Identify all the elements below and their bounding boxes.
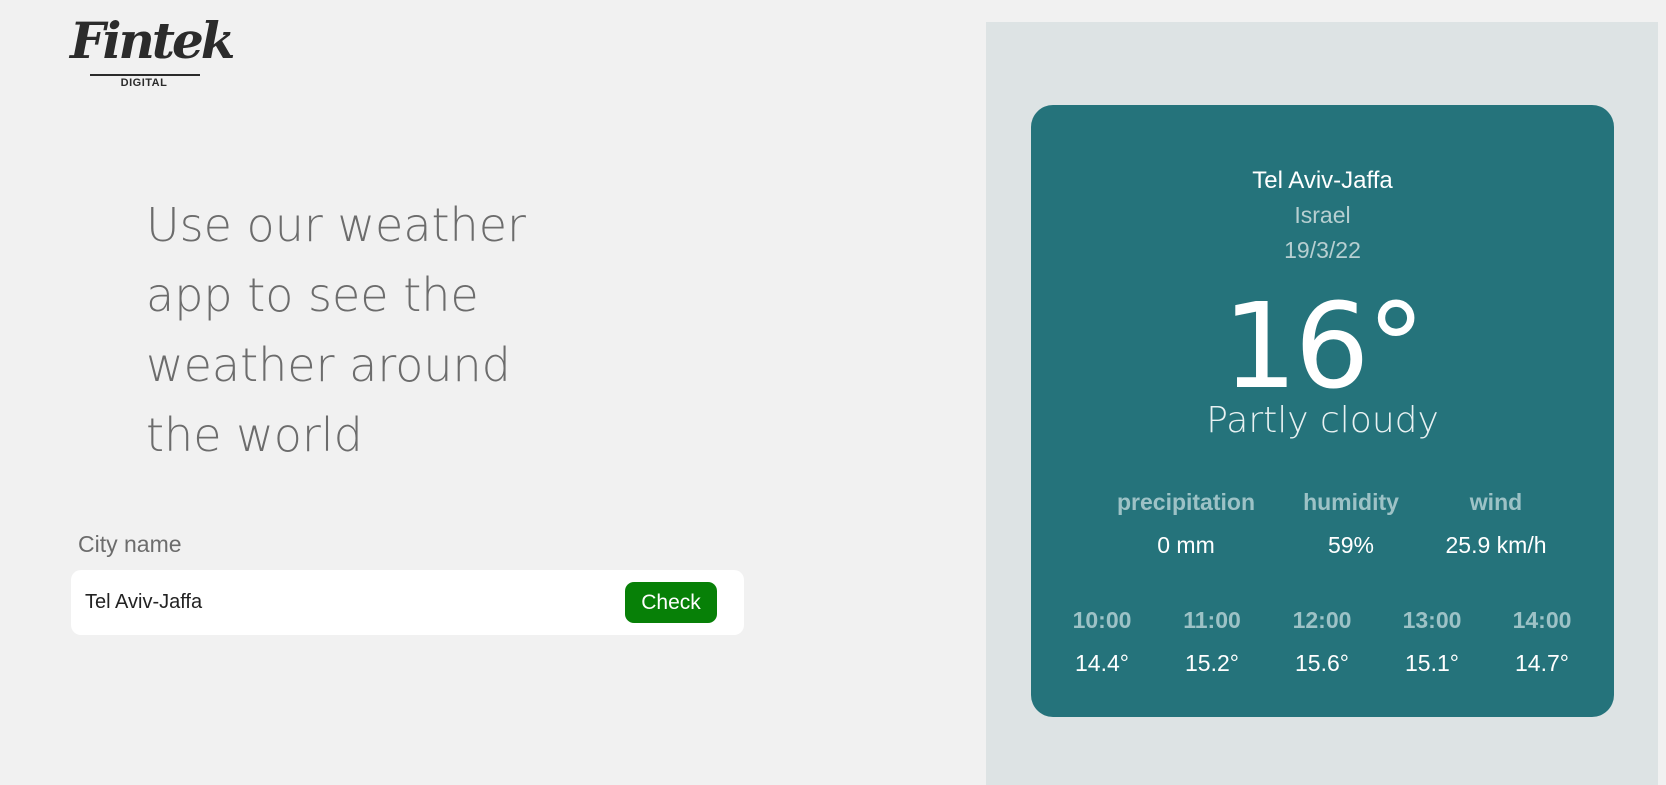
city-name-label: City name: [78, 531, 182, 557]
hourly-temperature: 14.7°: [1515, 650, 1569, 676]
weather-description: Partly cloudy: [1206, 400, 1439, 441]
hourly-temperature: 15.1°: [1405, 650, 1459, 676]
weather-card: Tel Aviv-Jaffa Israel 19/3/22 16° Partly…: [1031, 105, 1614, 717]
hourly-time: 10:00: [1072, 607, 1132, 633]
city-input[interactable]: [85, 584, 565, 620]
hourly-time: 12:00: [1292, 607, 1352, 633]
hourly-temperature: 15.2°: [1185, 650, 1239, 676]
fintek-logo[interactable]: Fintek DIGITAL: [68, 16, 235, 92]
precipitation-label: precipitation: [1116, 489, 1255, 515]
hourly-time: 13:00: [1402, 607, 1462, 633]
hourly-temperature: 15.6°: [1295, 650, 1349, 676]
current-temperature: 16°: [1222, 277, 1425, 415]
city-title: Tel Aviv-Jaffa: [1252, 167, 1393, 194]
headline-line: Use our weather: [146, 198, 526, 252]
headline-line: app to see the: [146, 268, 479, 322]
hourly-time: 11:00: [1183, 607, 1241, 633]
precipitation-value: 0 mm: [1157, 532, 1215, 558]
check-button[interactable]: Check: [625, 582, 717, 623]
humidity-label: humidity: [1303, 489, 1399, 515]
forecast-date: 19/3/22: [1284, 237, 1361, 263]
headline-line: weather around: [146, 338, 511, 392]
city-search-box: Check: [71, 570, 744, 635]
wind-label: wind: [1469, 489, 1523, 515]
logo-underline: [90, 74, 200, 76]
humidity-value: 59%: [1327, 532, 1375, 558]
hero-headline: Use our weather app to see the weather a…: [146, 190, 566, 470]
logo-wordmark: Fintek: [70, 11, 235, 70]
country-name: Israel: [1294, 202, 1351, 228]
logo-subtitle: DIGITAL: [120, 77, 168, 89]
hourly-temperature: 14.4°: [1075, 650, 1129, 676]
hourly-time: 14:00: [1512, 607, 1572, 633]
headline-line: the world: [146, 408, 363, 462]
wind-value: 25.9 km/h: [1445, 532, 1547, 558]
